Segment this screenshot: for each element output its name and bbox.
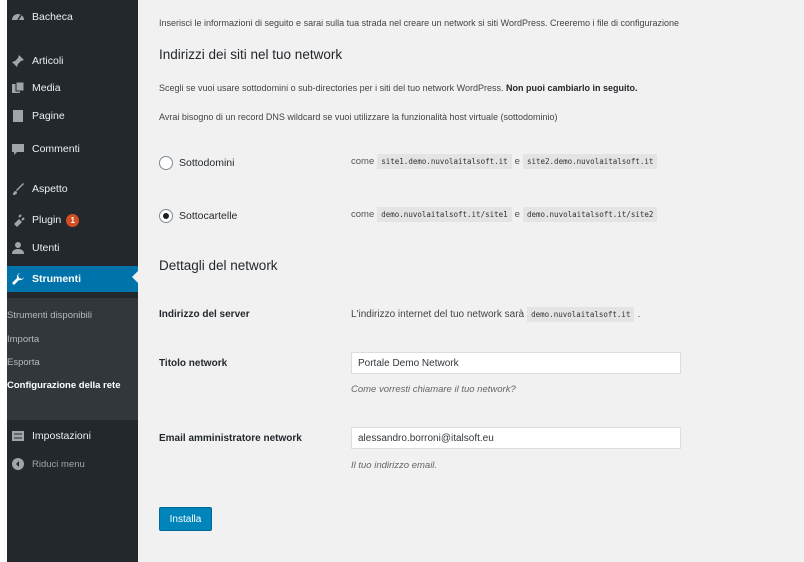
sidebar-item-label: Pagine: [32, 110, 65, 122]
sidebar-item-label: Articoli: [32, 55, 64, 67]
intro-text: Inserisci le informazioni di seguito e s…: [159, 18, 680, 28]
update-count-badge: 1: [66, 213, 80, 227]
network-title-input[interactable]: [351, 352, 681, 374]
subdomain-option[interactable]: Sottodomini: [159, 156, 234, 170]
server-address-text: L'indirizzo internet del tuo network sar…: [351, 307, 640, 322]
wrench-icon: [10, 271, 26, 287]
sidebar-item-label: Utenti: [32, 242, 60, 254]
sidebar-item-label: Aspetto: [32, 183, 68, 195]
sidebar-item-utenti[interactable]: Utenti: [7, 237, 138, 259]
sidebar-item-pagine[interactable]: Pagine: [7, 105, 138, 127]
sidebar-item-label: Bacheca: [32, 11, 73, 23]
sidebar-item-bacheca[interactable]: Bacheca: [7, 6, 138, 28]
admin-email-description: Il tuo indirizzo email.: [351, 460, 438, 471]
server-address-description: L'indirizzo internet del tuo network sar…: [351, 309, 525, 320]
submenu-item-importa[interactable]: Importa: [7, 334, 138, 346]
submenu-item-esporta[interactable]: Esporta: [7, 357, 138, 369]
example-url-1: demo.nuvolaitalsoft.it/site1: [377, 207, 512, 222]
main-content: Inserisci le informazioni di seguito e s…: [138, 0, 804, 562]
network-title-label: Titolo network: [159, 358, 228, 369]
media-icon: [10, 80, 26, 96]
example-url-2: site2.demo.nuvolaitalsoft.it: [522, 154, 658, 169]
collapse-icon: [10, 456, 26, 472]
choice-description: Scegli se vuoi usare sottodomini o sub-d…: [159, 83, 638, 93]
submenu-item-configurazione-rete[interactable]: Configurazione della rete: [7, 380, 127, 392]
server-address-suffix: .: [637, 309, 641, 320]
sidebar-item-plugin[interactable]: Plugin 1: [7, 209, 138, 231]
comment-icon: [10, 141, 26, 157]
server-address-value: demo.nuvolaitalsoft.it: [527, 307, 635, 322]
server-address-label: Indirizzo del server: [159, 309, 250, 320]
network-title-description: Come vorresti chiamare il tuo network?: [351, 384, 516, 395]
sidebar-item-label: Riduci menu: [32, 458, 85, 470]
example-prefix: come: [351, 156, 375, 167]
example-url-1: site1.demo.nuvolaitalsoft.it: [377, 154, 512, 169]
sites-heading: Indirizzi dei siti nel tuo network: [159, 47, 343, 62]
settings-icon: [10, 428, 26, 444]
example-url-2: demo.nuvolaitalsoft.it/site2: [522, 207, 658, 222]
users-icon: [10, 240, 26, 256]
sidebar-item-articoli[interactable]: Articoli: [7, 50, 138, 72]
example-separator: e: [514, 156, 520, 167]
sidebar-item-media[interactable]: Media: [7, 77, 138, 99]
subfolder-example: come demo.nuvolaitalsoft.it/site1 e demo…: [351, 207, 660, 222]
collapse-menu-button[interactable]: Riduci menu: [7, 453, 138, 475]
admin-sidebar: Bacheca Articoli Media Pagine Commenti A…: [7, 0, 138, 562]
page-icon: [10, 108, 26, 124]
sidebar-item-impostazioni[interactable]: Impostazioni: [7, 425, 138, 447]
submenu-item-strumenti-disponibili[interactable]: Strumenti disponibili: [7, 310, 138, 322]
choice-text: Scegli se vuoi usare sottodomini o sub-d…: [159, 83, 504, 93]
sidebar-item-label: Plugin: [32, 214, 62, 226]
example-prefix: come: [351, 209, 375, 220]
subfolder-label: Sottocartelle: [179, 210, 238, 222]
subdomain-label: Sottodomini: [179, 157, 235, 169]
subfolder-radio[interactable]: [159, 209, 173, 223]
plugin-icon: [10, 212, 26, 228]
sidebar-item-label: Media: [32, 82, 61, 94]
dashboard-icon: [10, 9, 26, 25]
brush-icon: [10, 181, 26, 197]
sidebar-item-label: Commenti: [32, 143, 80, 155]
sidebar-item-label: Impostazioni: [32, 430, 91, 442]
choice-warning: Non puoi cambiarlo in seguito.: [506, 83, 638, 93]
dns-note: Avrai bisogno di un record DNS wildcard …: [159, 112, 558, 122]
example-separator: e: [514, 209, 520, 220]
admin-email-input[interactable]: [351, 427, 681, 449]
admin-email-label: Email amministratore network: [159, 433, 302, 444]
install-button[interactable]: Installa: [159, 507, 212, 531]
tools-submenu: Strumenti disponibili Importa Esporta Co…: [7, 298, 138, 420]
subdomain-example: come site1.demo.nuvolaitalsoft.it e site…: [351, 154, 660, 169]
sidebar-item-label: Strumenti: [32, 273, 82, 285]
subdomain-radio[interactable]: [159, 156, 173, 170]
subfolder-option[interactable]: Sottocartelle: [159, 209, 237, 223]
sidebar-item-commenti[interactable]: Commenti: [7, 138, 138, 160]
left-edge: [0, 0, 7, 562]
pin-icon: [10, 53, 26, 69]
sidebar-item-strumenti[interactable]: Strumenti: [7, 266, 138, 292]
sidebar-item-aspetto[interactable]: Aspetto: [7, 178, 138, 200]
details-heading: Dettagli del network: [159, 258, 278, 273]
